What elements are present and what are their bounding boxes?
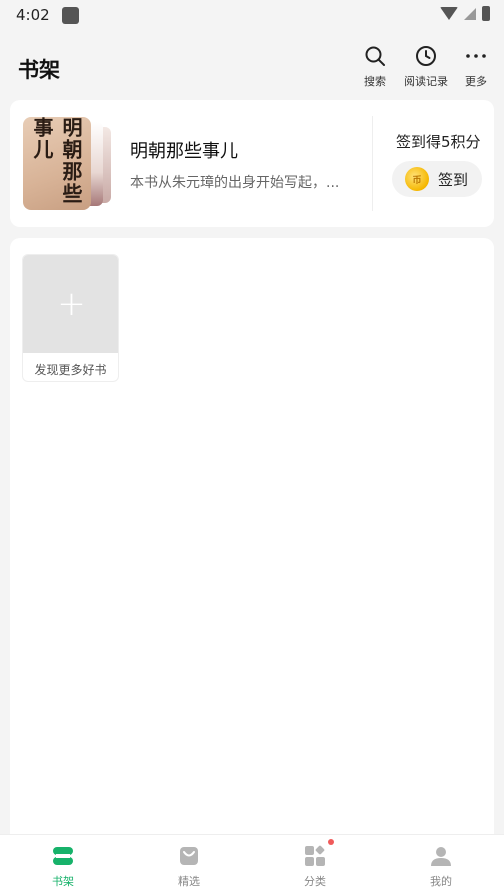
bottom-navigation: 书架 精选 分类 我的	[0, 834, 504, 896]
search-icon	[365, 46, 385, 66]
battery-icon	[482, 6, 490, 21]
nav-item-featured[interactable]: 精选	[126, 835, 252, 896]
coin-icon-text: 币	[412, 175, 422, 186]
more-label: 更多	[465, 75, 487, 88]
reading-history-label: 阅读记录	[404, 75, 448, 88]
discover-more-books-tile[interactable]: + 发现更多好书	[22, 254, 119, 382]
sign-in-button[interactable]: 币 签到	[392, 161, 482, 197]
book-description: 本书从朱元璋的出身开始写起，...	[130, 175, 340, 191]
app-notification-icon	[61, 6, 79, 24]
bookshelf-area: + 发现更多好书	[10, 238, 494, 838]
book-cover-title: 明朝那些事儿	[30, 117, 83, 205]
nav-item-profile[interactable]: 我的	[378, 835, 504, 896]
nav-label-featured: 精选	[178, 875, 200, 888]
signal-icon	[464, 7, 476, 20]
recent-book-card[interactable]: 明朝那些事儿 明朝那些事儿 本书从朱元璋的出身开始写起，... 签到得5积分 币…	[10, 100, 494, 227]
category-icon	[305, 845, 325, 866]
plus-icon: +	[23, 255, 118, 353]
book-cover-stack[interactable]: 明朝那些事儿	[23, 117, 113, 210]
more-button[interactable]: 更多	[446, 44, 504, 89]
search-label: 搜索	[364, 75, 386, 88]
discover-more-label: 发现更多好书	[34, 363, 107, 377]
book-title[interactable]: 明朝那些事儿	[130, 137, 238, 163]
clock-icon	[416, 46, 436, 66]
bag-icon	[180, 847, 198, 865]
sign-in-label: 签到	[438, 170, 469, 189]
notification-dot	[328, 839, 334, 845]
status-indicators	[440, 6, 490, 21]
coin-icon: 币	[405, 167, 429, 191]
sign-in-hint: 签到得5积分	[396, 133, 481, 151]
nav-item-bookshelf[interactable]: 书架	[0, 835, 126, 896]
divider	[372, 116, 373, 211]
bookshelf-icon	[53, 847, 73, 865]
more-icon	[466, 54, 486, 58]
book-cover: 明朝那些事儿	[23, 117, 91, 210]
person-icon	[431, 847, 451, 866]
nav-item-category[interactable]: 分类	[252, 835, 378, 896]
status-time: 4:02	[16, 6, 50, 24]
nav-label-bookshelf: 书架	[52, 875, 74, 888]
app-header: 书架 搜索 阅读记录 更多	[0, 40, 504, 96]
nav-label-category: 分类	[304, 875, 326, 888]
nav-label-profile: 我的	[430, 875, 452, 888]
status-bar: 4:02	[0, 0, 504, 30]
wifi-icon	[440, 7, 458, 20]
page-title: 书架	[18, 58, 60, 82]
